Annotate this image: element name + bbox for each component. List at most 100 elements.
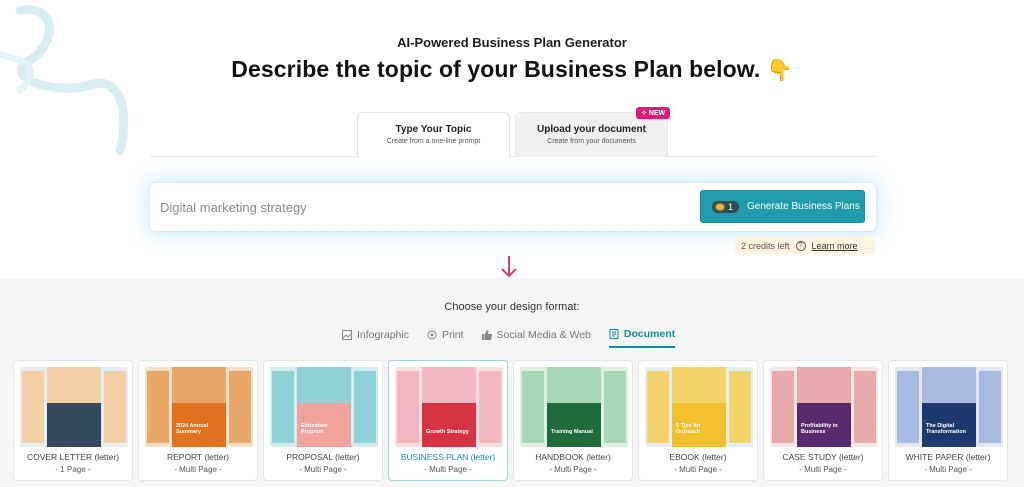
thumbnail-cover: 5 Tips for Outreach xyxy=(672,367,726,447)
template-name: HANDBOOK (letter) xyxy=(535,452,611,462)
format-tab-social-media-label: Social Media & Web xyxy=(496,329,591,341)
thumbnail-cover: 2024 Annual Summary xyxy=(172,367,226,447)
document-icon xyxy=(609,329,619,339)
print-icon xyxy=(427,330,437,340)
thumbnail-side-page xyxy=(604,371,626,443)
page-subtitle: AI-Powered Business Plan Generator xyxy=(397,35,627,50)
format-tab-print[interactable]: Print xyxy=(427,328,464,348)
thumbnail-cover-title: The Digital Transformation xyxy=(926,423,967,435)
thumbnail-side-page xyxy=(147,371,169,443)
tab-upload-document-title: Upload your document xyxy=(537,124,646,135)
new-badge: ✧ NEW xyxy=(636,107,671,119)
learn-more-link[interactable]: Learn more xyxy=(812,241,858,251)
tab-type-topic[interactable]: Type Your Topic Create from a one-line p… xyxy=(357,112,510,158)
tab-upload-document-subtitle: Create from your documents xyxy=(547,138,636,145)
generate-button-label: Generate Business Plans xyxy=(747,201,860,212)
template-name: WHITE PAPER (letter) xyxy=(905,452,991,462)
template-pages: - 1 Page - xyxy=(55,465,91,474)
thumbnail-cover-title: Profitability in Business xyxy=(801,423,838,435)
template-pages: - Multi Page - xyxy=(549,465,597,474)
tab-type-topic-title: Type Your Topic xyxy=(395,124,472,135)
design-format-section: Choose your design format: Infographic P… xyxy=(0,278,1024,487)
thumbnail-cover: The Digital Transformation xyxy=(922,367,976,447)
thumbnail-side-page xyxy=(729,371,751,443)
coin-icon xyxy=(715,202,725,211)
template-name: PROPOSAL (letter) xyxy=(286,452,360,462)
template-thumbnail: The Digital Transformation xyxy=(895,367,1003,447)
template-pages: - Multi Page - xyxy=(424,465,472,474)
thumbnail-side-page xyxy=(772,371,794,443)
thumbnail-cover-title: Training Manual xyxy=(551,429,593,435)
template-name: CASE STUDY (letter) xyxy=(782,452,864,462)
template-card-proposal[interactable]: Education Program PROPOSAL (letter) - Mu… xyxy=(263,360,383,481)
template-name: COVER LETTER (letter) xyxy=(26,452,120,462)
thumbnail-side-page xyxy=(104,371,126,443)
credit-cost: 1 xyxy=(728,201,734,212)
help-icon: ? xyxy=(795,240,806,251)
format-tab-infographic-label: Infographic xyxy=(357,329,409,341)
format-tab-print-label: Print xyxy=(441,329,464,341)
thumbnail-side-page xyxy=(647,371,669,443)
template-cards: COVER LETTER (letter) - 1 Page - 2024 An… xyxy=(13,360,1008,481)
thumbnail-side-page xyxy=(897,371,919,443)
template-pages: - Multi Page - xyxy=(799,465,847,474)
hero-section: AI-Powered Business Plan Generator Descr… xyxy=(0,0,1024,278)
generate-button[interactable]: 1 Generate Business Plans xyxy=(700,190,865,223)
format-tab-infographic[interactable]: Infographic xyxy=(342,328,409,348)
image-icon xyxy=(342,330,352,340)
pointing-down-icon: 👇 xyxy=(766,59,793,82)
template-thumbnail: Growth Strategy xyxy=(395,367,503,447)
template-thumbnail: Training Manual xyxy=(520,367,628,447)
format-tab-document-label: Document xyxy=(623,328,676,340)
arrow-down-icon xyxy=(501,256,517,278)
format-tabs: Infographic Print Social Media & Web Doc… xyxy=(342,328,676,348)
template-thumbnail: 5 Tips for Outreach xyxy=(645,367,753,447)
template-pages: - Multi Page - xyxy=(674,465,722,474)
thumbnail-side-page xyxy=(522,371,544,443)
thumbnail-side-page xyxy=(854,371,876,443)
thumbnail-cover-title: Education Program xyxy=(301,423,328,435)
thumbnail-cover: Growth Strategy xyxy=(422,367,476,447)
tab-type-topic-subtitle: Create from a one-line prompt xyxy=(386,138,481,145)
new-badge-label: NEW xyxy=(648,110,666,117)
template-card-report[interactable]: 2024 Annual Summary REPORT (letter) - Mu… xyxy=(138,360,258,481)
credits-left-text: 2 credits left xyxy=(741,240,790,251)
credit-cost-pill: 1 xyxy=(712,200,740,213)
template-thumbnail: Profitability in Business xyxy=(770,367,878,447)
template-name: REPORT (letter) xyxy=(166,452,230,462)
thumbnail-cover-title: 2024 Annual Summary xyxy=(176,423,209,435)
credits-note: 2 credits left ? Learn more xyxy=(735,237,875,254)
topic-search-box: 1 Generate Business Plans xyxy=(150,183,876,231)
thumbs-up-icon xyxy=(481,330,492,340)
template-card-cover-letter[interactable]: COVER LETTER (letter) - 1 Page - xyxy=(13,360,133,481)
template-pages: - Multi Page - xyxy=(299,465,347,474)
template-thumbnail: Education Program xyxy=(270,367,378,447)
template-thumbnail xyxy=(20,367,128,447)
template-card-ebook[interactable]: 5 Tips for Outreach EBOOK (letter) - Mul… xyxy=(638,360,758,481)
thumbnail-cover xyxy=(47,367,101,447)
format-tab-document[interactable]: Document xyxy=(608,328,676,348)
template-card-white-paper[interactable]: The Digital Transformation WHITE PAPER (… xyxy=(888,360,1008,481)
topic-input[interactable] xyxy=(160,193,680,221)
thumbnail-side-page xyxy=(22,371,44,443)
thumbnail-side-page xyxy=(272,371,294,443)
format-tab-social-media[interactable]: Social Media & Web xyxy=(481,328,591,348)
thumbnail-cover-title: Growth Strategy xyxy=(426,429,469,435)
template-thumbnail: 2024 Annual Summary xyxy=(145,367,253,447)
template-card-case-study[interactable]: Profitability in Business CASE STUDY (le… xyxy=(763,360,883,481)
thumbnail-side-page xyxy=(979,371,1001,443)
thumbnail-side-page xyxy=(397,371,419,443)
template-card-business-plan[interactable]: Growth Strategy BUSINESS PLAN (letter) -… xyxy=(388,360,508,481)
page-title: Describe the topic of your Business Plan… xyxy=(0,56,1024,83)
thumbnail-cover: Training Manual xyxy=(547,367,601,447)
template-card-handbook[interactable]: Training Manual HANDBOOK (letter) - Mult… xyxy=(513,360,633,481)
thumbnail-cover-title: 5 Tips for Outreach xyxy=(676,423,701,435)
thumbnail-cover: Profitability in Business xyxy=(797,367,851,447)
page-title-text: Describe the topic of your Business Plan… xyxy=(231,56,761,82)
template-pages: - Multi Page - xyxy=(174,465,222,474)
tab-divider xyxy=(150,156,876,157)
design-format-prompt: Choose your design format: xyxy=(444,301,580,313)
template-name: EBOOK (letter) xyxy=(669,452,727,462)
thumbnail-side-page xyxy=(229,371,251,443)
template-pages: - Multi Page - xyxy=(924,465,972,474)
